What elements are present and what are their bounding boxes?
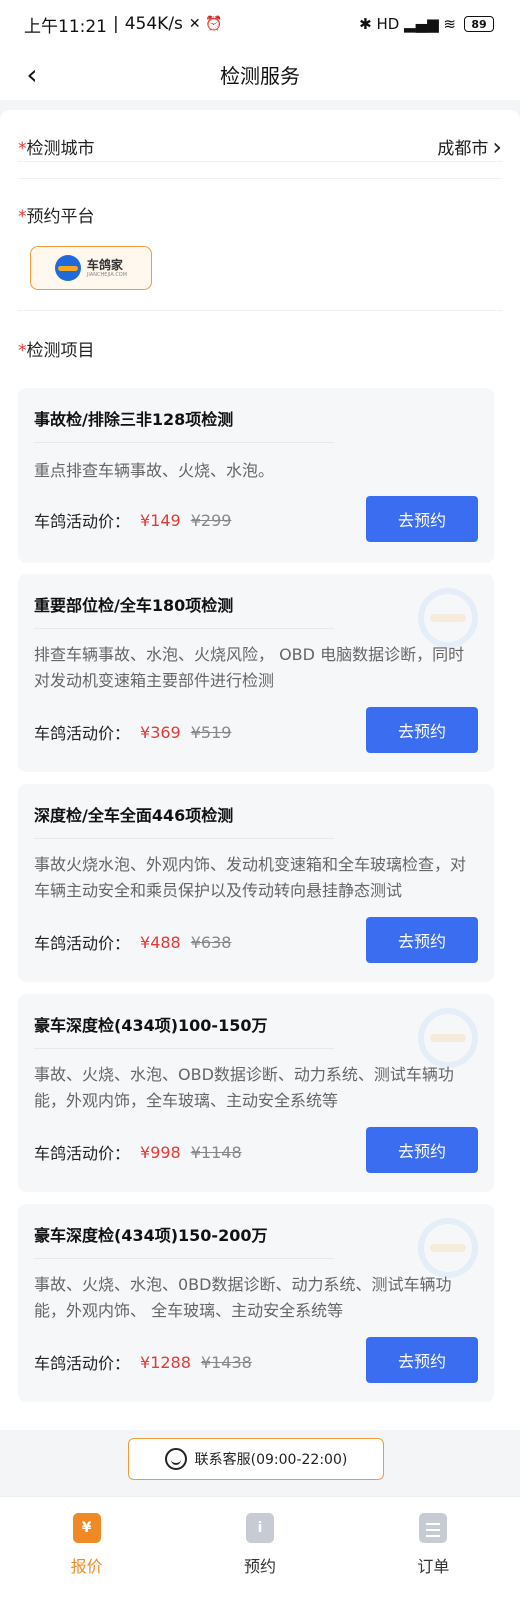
items-label-text: 检测项目 — [26, 341, 95, 361]
price-now: ¥998 — [140, 1142, 181, 1162]
card-title: 重要部位检/全车180项检测 — [34, 596, 234, 615]
page-title: 检测服务 — [220, 64, 300, 88]
price-label: 车鸽活动价： — [34, 1354, 131, 1373]
card-desc: 事故、火烧、水泡、0BD数据诊断、动力系统、测试车辆功能，外观内饰、 全车玻璃、… — [34, 1275, 452, 1320]
battery-icon: 89 — [464, 16, 494, 32]
price-now: ¥488 — [140, 932, 181, 952]
book-button[interactable]: 去预约 — [366, 1337, 478, 1383]
inspection-card: 豪车深度检(434项)100-150万 事故、火烧、水泡、OBD数据诊断、动力系… — [18, 994, 494, 1192]
book-button[interactable]: 去预约 — [366, 917, 478, 963]
city-selector[interactable]: 成都市 › — [437, 132, 502, 161]
card-divider — [34, 838, 334, 839]
price-label: 车鸽活动价： — [34, 512, 131, 531]
card-desc: 排查车辆事故、水泡、火烧风险， OBD 电脑数据诊断，同时对发动机变速箱主要部件… — [34, 645, 465, 690]
quote-icon: ¥ — [72, 1513, 101, 1543]
nav-bar: ‹ 检测服务 — [0, 48, 520, 100]
customer-service-button[interactable]: 联系客服(09:00-22:00) — [128, 1438, 384, 1480]
required-mark: * — [18, 341, 27, 361]
status-separator: | — [113, 14, 119, 34]
price-now: ¥369 — [140, 722, 181, 742]
price-now: ¥1288 — [140, 1352, 191, 1372]
tab-label: 报价 — [70, 1557, 103, 1576]
price-old: ¥299 — [190, 510, 232, 530]
book-button[interactable]: 去预约 — [366, 1127, 478, 1173]
logo-watermark-icon — [418, 588, 478, 648]
card-title: 事故检/排除三非128项检测 — [34, 410, 234, 429]
signal-icons: ✱ HD ▂▄▆ ≋ — [359, 15, 456, 33]
city-value: 成都市 — [437, 139, 489, 159]
card-desc: 事故、火烧、水泡、OBD数据诊断、动力系统、测试车辆功能，外观内饰，全车玻璃、主… — [34, 1065, 454, 1110]
card-desc: 重点排查车辆事故、火烧、水泡。 — [34, 461, 275, 480]
price-old: ¥1148 — [190, 1142, 242, 1162]
divider — [18, 310, 502, 311]
required-mark: * — [18, 139, 27, 159]
card-title: 豪车深度检(434项)100-150万 — [34, 1016, 268, 1035]
card-price-row: 车鸽活动价： ¥369 ¥519 — [34, 720, 231, 744]
inspection-card: 深度检/全车全面446项检测 事故火烧水泡、外观内饰、发动机变速箱和全车玻璃检查… — [18, 784, 494, 982]
tab-quote[interactable]: ¥ 报价 — [0, 1497, 173, 1600]
inspection-card: 豪车深度检(434项)150-200万 事故、火烧、水泡、0BD数据诊断、动力系… — [18, 1204, 494, 1402]
platform-label-text: 预约平台 — [26, 207, 95, 227]
card-title: 深度检/全车全面446项检测 — [34, 806, 234, 825]
price-old: ¥519 — [190, 722, 232, 742]
platform-logo-icon — [54, 255, 81, 281]
inspection-card: 事故检/排除三非128项检测 重点排查车辆事故、火烧、水泡。 车鸽活动价： ¥1… — [18, 388, 494, 563]
status-time: 上午11:21 — [24, 16, 107, 37]
status-extra-icons: ✕ ⏰ — [188, 16, 223, 32]
card-divider — [34, 628, 334, 629]
price-label: 车鸽活动价： — [34, 934, 131, 953]
city-row[interactable]: *检测城市 成都市 › — [18, 132, 502, 162]
inspection-card: 重要部位检/全车180项检测 排查车辆事故、水泡、火烧风险， OBD 电脑数据诊… — [18, 574, 494, 772]
card-price-row: 车鸽活动价： ¥488 ¥638 — [34, 930, 231, 954]
booking-icon: i — [245, 1513, 274, 1543]
card-title: 豪车深度检(434项)150-200万 — [34, 1226, 268, 1245]
platform-chip[interactable]: 车鸽家 JIANCHEJIA.COM — [30, 246, 152, 290]
tab-label: 订单 — [417, 1557, 450, 1576]
status-bar: 上午11:21 | 454K/s ✕ ⏰ ✱ HD ▂▄▆ ≋ 89 — [0, 0, 520, 48]
tab-booking[interactable]: i 预约 — [173, 1497, 346, 1600]
platform-name: 车鸽家 — [86, 257, 123, 272]
order-icon — [419, 1513, 448, 1543]
platform-sub: JIANCHEJIA.COM — [86, 271, 128, 278]
card-price-row: 车鸽活动价： ¥998 ¥1148 — [34, 1140, 242, 1164]
card-divider — [34, 442, 334, 443]
logo-watermark-icon — [418, 1008, 478, 1068]
tab-bar: ¥ 报价 i 预约 订单 — [0, 1496, 520, 1600]
price-old: ¥1438 — [200, 1352, 252, 1372]
platform-label: *预约平台 — [18, 202, 502, 227]
items-label: *检测项目 — [18, 336, 502, 361]
price-label: 车鸽活动价： — [34, 1144, 131, 1163]
status-right: ✱ HD ▂▄▆ ≋ 89 — [359, 15, 494, 33]
card-divider — [34, 1048, 334, 1049]
customer-service-label: 联系客服(09:00-22:00) — [194, 1452, 348, 1468]
city-label: *检测城市 — [18, 134, 95, 159]
status-left: 上午11:21 | 454K/s ✕ ⏰ — [24, 12, 223, 37]
card-divider — [34, 1258, 334, 1259]
required-mark: * — [18, 207, 27, 227]
book-button[interactable]: 去预约 — [366, 707, 478, 753]
city-label-text: 检测城市 — [26, 139, 95, 159]
logo-watermark-icon — [418, 1218, 478, 1278]
screen: 上午11:21 | 454K/s ✕ ⏰ ✱ HD ▂▄▆ ≋ 89 ‹ 检测服… — [0, 0, 520, 1600]
card-desc: 事故火烧水泡、外观内饰、发动机变速箱和全车玻璃检查，对车辆主动安全和乘员保护以及… — [34, 855, 467, 900]
divider — [18, 178, 502, 179]
price-old: ¥638 — [190, 932, 232, 952]
price-label: 车鸽活动价： — [34, 724, 131, 743]
status-speed: 454K/s — [124, 14, 183, 34]
tab-order[interactable]: 订单 — [347, 1497, 520, 1600]
book-button[interactable]: 去预约 — [366, 496, 478, 542]
price-now: ¥149 — [140, 510, 181, 530]
main-panel: *检测城市 成都市 › *预约平台 车鸽家 JIANCHEJIA.COM *检测… — [0, 110, 520, 1430]
card-price-row: 车鸽活动价： ¥1288 ¥1438 — [34, 1350, 252, 1374]
tab-label: 预约 — [243, 1557, 276, 1576]
chevron-right-icon: › — [492, 132, 502, 161]
card-price-row: 车鸽活动价： ¥149 ¥299 — [34, 508, 231, 532]
headset-icon — [164, 1448, 187, 1470]
platform-logo-text: 车鸽家 JIANCHEJIA.COM — [87, 259, 127, 278]
